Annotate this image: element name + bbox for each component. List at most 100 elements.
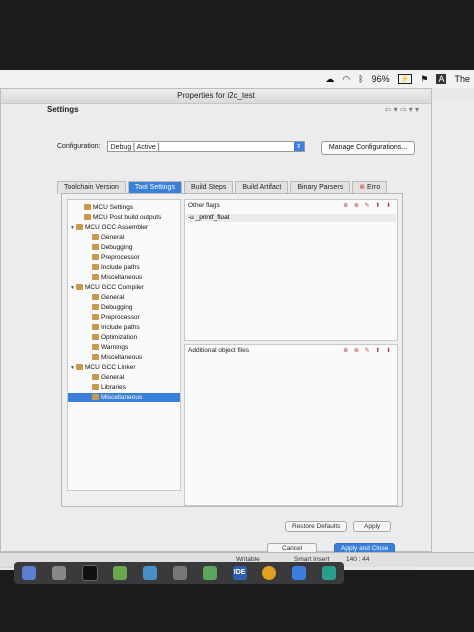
tree-item-label: MCU GCC Compiler (85, 284, 144, 291)
tree-item[interactable]: Libraries (86, 383, 126, 392)
battery-icon[interactable]: ⚡ (397, 74, 413, 84)
properties-dialog: Properties for i2c_test Settings ⇦ ▾ ⇨ ▾… (0, 88, 432, 554)
tree-item[interactable]: Miscellaneous (68, 393, 180, 402)
bluetooth-icon[interactable]: ᛒ (358, 74, 363, 84)
tree-item-label: Warnings (101, 344, 129, 351)
settings-gear-icon (92, 234, 99, 241)
tab-label: Erro (367, 184, 381, 191)
list-action-icons[interactable]: ⊕ ⊗ ✎ ⬆ ⬇ (343, 202, 393, 209)
settings-gear-icon (92, 344, 99, 351)
tree-item[interactable]: Include paths (86, 323, 140, 332)
app-icon[interactable] (172, 566, 187, 580)
tree-item[interactable]: ▼ MCU GCC Assembler (70, 223, 148, 232)
tree-item[interactable]: Miscellaneous (86, 273, 142, 282)
tree-item[interactable]: Optimization (86, 333, 137, 342)
configuration-label: Configuration: (57, 143, 101, 150)
settings-gear-icon (92, 324, 99, 331)
tree-item[interactable]: Miscellaneous (86, 353, 142, 362)
tool-settings-panel: MCU Settings MCU Post build outputs ▼ MCU G… (61, 193, 403, 507)
flag-icon[interactable]: ⚑ (420, 74, 428, 85)
screen: ☁ ◠ ᛒ 96% ⚡ ⚑ A The ngs s ngs Properties… (0, 70, 474, 570)
settings-gear-icon (76, 284, 83, 291)
settings-gear-icon (92, 294, 99, 301)
ide-icon[interactable]: IDE (232, 566, 247, 580)
cursor-position: 140 : 44 (346, 556, 370, 563)
chrome-icon[interactable] (262, 566, 277, 580)
tab-label: Tool Settings (134, 184, 175, 191)
tree-item[interactable]: ▼ MCU GCC Compiler (70, 283, 144, 292)
tree-item[interactable]: General (86, 373, 124, 382)
settings-gear-icon (92, 304, 99, 311)
settings-gear-icon (76, 364, 83, 371)
finder-icon[interactable] (21, 566, 36, 580)
settings-gear-icon (92, 394, 99, 401)
settings-tabs: Toolchain Version Tool Settings Build St… (57, 181, 389, 194)
other-flags-panel: Other flags ⊕ ⊗ ✎ ⬆ ⬇ -u _printf_float (184, 199, 398, 341)
settings-gear-icon (84, 214, 91, 221)
input-source-icon[interactable]: A (436, 74, 447, 84)
configuration-select[interactable]: Debug [ Active ] ⇕ (106, 141, 305, 152)
tree-item[interactable]: Include paths (86, 263, 140, 272)
settings-gear-icon (76, 224, 83, 231)
settings-gear-icon (84, 204, 91, 211)
tree-item-label: Include paths (101, 264, 140, 271)
dock: IDE (14, 562, 344, 584)
terminal-icon[interactable] (81, 565, 98, 581)
tree-item-label: General (101, 374, 125, 381)
manage-configurations-button[interactable]: Manage Configurations... (321, 141, 415, 155)
tree-item-label: General (101, 234, 125, 241)
tree-item[interactable]: General (86, 293, 124, 302)
error-icon: ⊗ (359, 184, 366, 191)
tree-item-label: Preprocessor (101, 314, 140, 321)
settings-gear-icon (92, 374, 99, 381)
restore-defaults-button[interactable]: Restore Defaults (285, 521, 348, 532)
tree-item[interactable]: Debugging (86, 243, 132, 252)
tree-item[interactable]: ▼ MCU GCC Linker (70, 363, 136, 372)
tree-item[interactable]: Warnings (86, 343, 128, 352)
settings-gear-icon (92, 244, 99, 251)
list-action-icons[interactable]: ⊕ ⊗ ✎ ⬆ ⬇ (343, 347, 393, 354)
tab-label: Toolchain Version (64, 184, 119, 191)
tree-item[interactable]: Preprocessor (86, 313, 140, 322)
additional-object-files-label: Additional object files (188, 347, 250, 354)
configuration-value: Debug [ Active ] (110, 144, 160, 151)
tree-item-label: General (101, 294, 125, 301)
tree-item-label: MCU GCC Linker (85, 364, 136, 371)
tree-item-label: MCU Settings (93, 204, 134, 211)
settings-gear-icon (92, 384, 99, 391)
tree-item-label: Include paths (101, 324, 140, 331)
other-flags-entry[interactable]: -u _printf_float (186, 214, 396, 222)
app-icon[interactable] (113, 566, 128, 580)
tree-item[interactable]: MCU Settings (78, 203, 133, 212)
tree-item[interactable]: General (86, 233, 124, 242)
settings-tree[interactable]: MCU Settings MCU Post build outputs ▼ MCU G… (67, 199, 181, 491)
tree-item-label: Debugging (101, 304, 133, 311)
dialog-title: Properties for i2c_test (1, 89, 431, 104)
wifi-icon[interactable]: ◠ (342, 74, 350, 85)
tree-item-label: Preprocessor (101, 254, 140, 261)
app-icon[interactable] (143, 566, 158, 580)
app-store-icon[interactable] (292, 566, 307, 580)
tree-item-label: Debugging (101, 244, 133, 251)
nav-arrows-icon[interactable]: ⇦ ▾ ⇨ ▾ ▾ (385, 105, 419, 114)
configuration-row: Configuration: Debug [ Active ] ⇕ (57, 141, 305, 152)
system-preferences-icon[interactable] (51, 566, 66, 580)
tree-item[interactable]: MCU Post build outputs (78, 213, 161, 222)
app-name-partial[interactable]: The (454, 74, 470, 84)
settings-gear-icon (92, 354, 99, 361)
settings-heading: Settings (47, 105, 79, 114)
tree-item-label: Miscellaneous (101, 394, 143, 401)
tree-item-label: Miscellaneous (101, 354, 143, 361)
messages-icon[interactable] (202, 566, 217, 580)
apply-button[interactable]: Apply (353, 521, 392, 532)
settings-gear-icon (92, 274, 99, 281)
settings-gear-icon (92, 264, 99, 271)
chevron-down-icon[interactable]: ⇕ (293, 142, 304, 151)
cloud-icon[interactable]: ☁ (325, 74, 334, 85)
tree-item-label: Libraries (101, 384, 126, 391)
tree-item[interactable]: Preprocessor (86, 253, 140, 262)
tree-item[interactable]: Debugging (86, 303, 132, 312)
tab-label: Build Artifact (242, 184, 282, 191)
tree-item-label: MCU Post build outputs (93, 214, 162, 221)
arduino-icon[interactable] (322, 566, 337, 580)
